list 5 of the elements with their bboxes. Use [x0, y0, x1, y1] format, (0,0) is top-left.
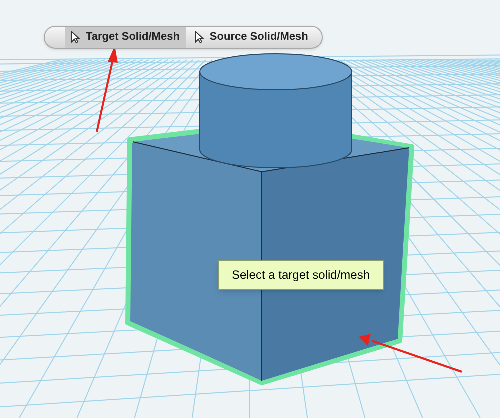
tooltip: Select a target solid/mesh: [218, 260, 384, 290]
toolbar-button[interactable]: Source Solid/Mesh: [188, 27, 314, 48]
cursor-icon: [194, 31, 204, 44]
cursor-icon: [71, 31, 80, 44]
toolbar-button[interactable]: Target Solid/Mesh: [65, 27, 186, 48]
